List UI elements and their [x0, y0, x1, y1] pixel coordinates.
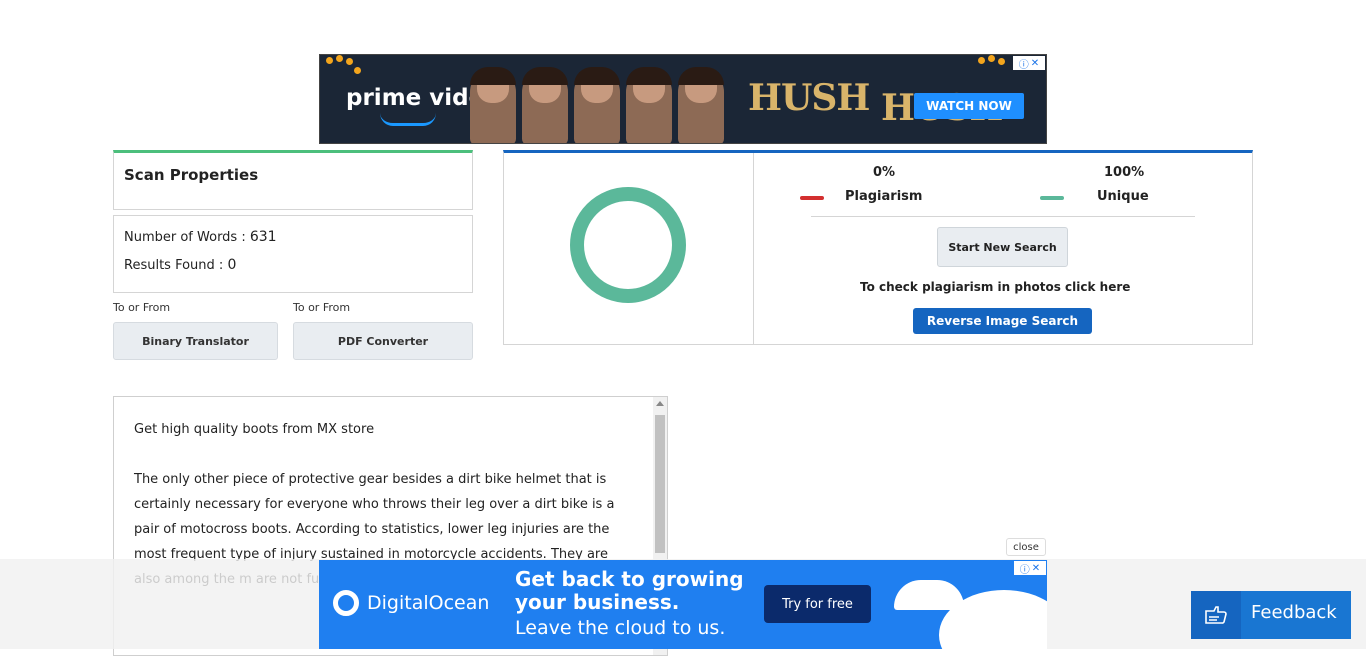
- scan-properties-title: Scan Properties: [124, 166, 259, 184]
- info-icon[interactable]: ⓘ: [1019, 56, 1029, 71]
- feedback-label: Feedback: [1251, 602, 1337, 623]
- legend-divider: [811, 216, 1195, 217]
- result-donut-chart: [570, 187, 686, 303]
- ad-cast-image: [470, 63, 730, 143]
- ad-subline: Leave the cloud to us.: [515, 617, 726, 639]
- reverse-image-search-button[interactable]: Reverse Image Search: [913, 308, 1092, 334]
- scan-stats: Number of Words : 631 Results Found : 0: [113, 215, 473, 293]
- binary-translator-button[interactable]: Binary Translator: [113, 322, 278, 360]
- unique-percent: 100%: [1104, 165, 1145, 180]
- unique-label: Unique: [1097, 189, 1149, 204]
- start-new-search-button[interactable]: Start New Search: [937, 227, 1068, 267]
- scroll-up-arrow-icon[interactable]: [656, 401, 664, 406]
- top-banner-ad[interactable]: prime video HUSH HUSH WATCH NOW ⓘ✕: [319, 54, 1047, 144]
- scroll-thumb[interactable]: [655, 415, 665, 553]
- results-found: Results Found : 0: [124, 257, 237, 273]
- text-heading: Get high quality boots from MX store: [134, 422, 375, 437]
- ad-choices[interactable]: ⓘ ✕: [1014, 561, 1046, 576]
- info-icon[interactable]: ⓘ: [1020, 561, 1030, 576]
- pdf-converter-button[interactable]: PDF Converter: [293, 322, 473, 360]
- garland-decoration: [976, 55, 1016, 79]
- garland-decoration: [324, 55, 364, 79]
- amazon-smile-icon: [380, 113, 436, 126]
- digitalocean-logo-icon: [333, 590, 359, 616]
- close-ad-button[interactable]: close: [1006, 538, 1046, 556]
- plagiarism-label: Plagiarism: [845, 189, 923, 204]
- plagiarism-legend-swatch: [800, 196, 824, 200]
- word-count: Number of Words : 631: [124, 229, 277, 245]
- plagiarism-percent: 0%: [873, 165, 896, 180]
- tool-caption: To or From: [113, 301, 171, 314]
- scan-properties-panel: Scan Properties: [113, 150, 473, 210]
- watch-now-button[interactable]: WATCH NOW: [914, 93, 1024, 119]
- bottom-banner-ad[interactable]: DigitalOcean Get back to growing your bu…: [319, 560, 1047, 649]
- close-icon[interactable]: ✕: [1032, 563, 1040, 574]
- panel-divider: [753, 153, 754, 345]
- photo-plagiarism-hint: To check plagiarism in photos click here: [860, 280, 1131, 294]
- ad-headline: Get back to growing your business.: [515, 567, 744, 614]
- result-panel: 0% Plagiarism 100% Unique Start New Sear…: [503, 150, 1253, 345]
- ad-choices[interactable]: ⓘ ✕: [1013, 56, 1045, 71]
- tool-caption: To or From: [293, 301, 351, 314]
- close-icon[interactable]: ✕: [1031, 58, 1039, 69]
- feedback-icon: [1191, 591, 1241, 639]
- feedback-button[interactable]: Feedback: [1191, 591, 1351, 639]
- try-for-free-button[interactable]: Try for free: [764, 585, 871, 623]
- ad-brand: DigitalOcean: [367, 592, 490, 614]
- unique-legend-swatch: [1040, 196, 1064, 200]
